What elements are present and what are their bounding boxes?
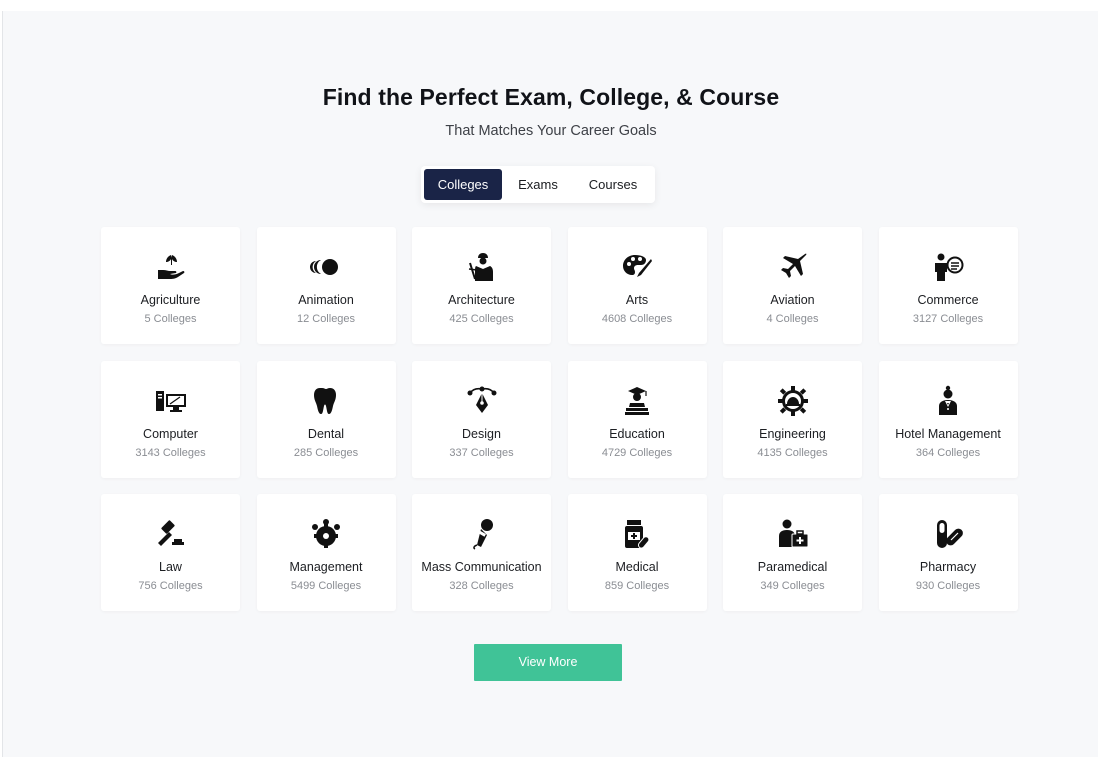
businessman-icon [879, 249, 1018, 285]
category-count: 4135 Colleges [757, 446, 828, 459]
category-count: 756 Colleges [138, 580, 203, 592]
category-name: Pharmacy [919, 560, 977, 574]
team-gear-icon [257, 516, 396, 552]
category-count: 5 Colleges [144, 313, 197, 325]
category-card-law[interactable]: Law 756 Colleges [101, 494, 240, 611]
category-name: Education [609, 426, 665, 441]
category-count: 364 Colleges [915, 446, 981, 459]
category-card-management[interactable]: Management 5499 Colleges [256, 494, 396, 611]
microphone-icon [412, 516, 551, 552]
page-title: Find the Perfect Exam, College, & Course [322, 84, 780, 110]
category-card-arts[interactable]: Arts 4608 Colleges [567, 227, 707, 344]
paramedic-kit-icon [723, 516, 862, 552]
page-subtitle: That Matches Your Career Goals [445, 123, 657, 139]
tooth-icon [257, 383, 396, 419]
category-card-design[interactable]: Design 337 Colleges [412, 360, 551, 478]
category-name: Paramedical [757, 560, 828, 574]
category-card-education[interactable]: Education 4729 Colleges [567, 360, 707, 478]
tab-exams[interactable]: Exams [505, 169, 571, 200]
category-count: 425 Colleges [449, 313, 514, 325]
category-name: Engineering [759, 426, 826, 441]
category-count: 328 Colleges [449, 580, 514, 592]
category-count: 3143 Colleges [135, 446, 206, 459]
category-count: 930 Colleges [915, 580, 981, 592]
receptionist-icon [879, 383, 1018, 419]
category-card-architecture[interactable]: Architecture 425 Colleges [412, 227, 551, 344]
category-tabs: Colleges Exams Courses [421, 166, 655, 203]
category-name: Mass Communication [421, 560, 542, 574]
category-card-agriculture[interactable]: Agriculture 5 Colleges [101, 227, 240, 344]
category-count: 859 Colleges [604, 580, 670, 592]
animation-circles-icon [257, 249, 396, 285]
category-count: 4 Colleges [766, 313, 819, 325]
category-name: Medical [615, 560, 659, 574]
category-card-paramedical[interactable]: Paramedical 349 Colleges [723, 494, 862, 611]
gavel-icon [101, 516, 240, 552]
category-name: Management [289, 560, 363, 574]
category-card-dental[interactable]: Dental 285 Colleges [256, 360, 396, 478]
category-name: Design [462, 426, 501, 441]
category-name: Commerce [917, 293, 979, 307]
category-count: 3127 Colleges [912, 313, 984, 325]
plant-hand-icon [101, 249, 240, 285]
category-count: 4608 Colleges [601, 313, 673, 325]
category-name: Law [159, 560, 182, 574]
category-card-medical[interactable]: Medical 859 Colleges [567, 494, 707, 611]
category-name: Computer [143, 426, 198, 441]
pen-tool-icon [412, 383, 551, 419]
category-name: Arts [625, 293, 649, 307]
tab-courses[interactable]: Courses [573, 169, 653, 200]
tab-colleges[interactable]: Colleges [424, 169, 502, 200]
category-grid: Agriculture 5 Colleges Animation 12 Coll… [101, 227, 1018, 611]
architect-icon [412, 249, 551, 285]
category-name: Animation [298, 293, 354, 307]
view-more-button[interactable]: View More [474, 644, 622, 681]
desktop-computer-icon [101, 383, 240, 419]
category-name: Agriculture [140, 293, 201, 307]
category-count: 337 Colleges [449, 446, 514, 459]
palette-brush-icon [568, 249, 707, 285]
pills-icon [879, 516, 1018, 552]
medicine-bottle-icon [568, 516, 707, 552]
category-name: Dental [307, 426, 345, 441]
category-card-engineering[interactable]: Engineering 4135 Colleges [723, 360, 862, 478]
category-count: 12 Colleges [296, 313, 356, 325]
category-card-animation[interactable]: Animation 12 Colleges [256, 227, 396, 344]
category-name: Hotel Management [895, 426, 1001, 441]
category-count: 4729 Colleges [601, 446, 673, 459]
category-count: 285 Colleges [293, 446, 359, 459]
category-count: 5499 Colleges [290, 580, 362, 592]
airplane-icon [723, 249, 862, 285]
category-card-mass-communication[interactable]: Mass Communication 328 Colleges [412, 494, 551, 611]
category-card-computer[interactable]: Computer 3143 Colleges [101, 360, 240, 478]
category-card-aviation[interactable]: Aviation 4 Colleges [723, 227, 862, 344]
category-name: Architecture [448, 293, 515, 307]
graduate-books-icon [568, 383, 707, 419]
category-count: 349 Colleges [760, 580, 825, 592]
category-card-commerce[interactable]: Commerce 3127 Colleges [878, 227, 1018, 344]
category-name: Aviation [770, 293, 815, 307]
category-card-hotel-management[interactable]: Hotel Management 364 Colleges [878, 360, 1018, 478]
gear-helmet-icon [723, 383, 862, 419]
category-card-pharmacy[interactable]: Pharmacy 930 Colleges [878, 494, 1018, 611]
